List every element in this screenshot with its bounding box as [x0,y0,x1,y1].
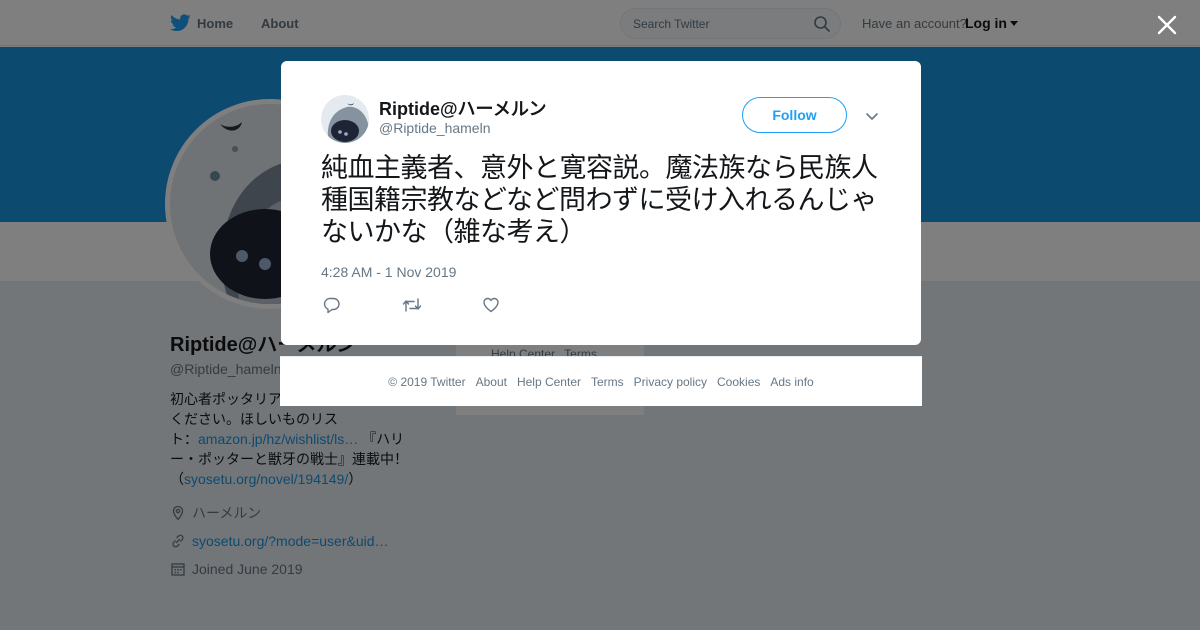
retweet-icon[interactable] [402,296,422,314]
follow-button[interactable]: Follow [742,97,847,133]
footer-terms-link[interactable]: Terms [591,375,624,389]
footer-ads-info-link[interactable]: Ads info [770,375,813,389]
modal-footer: © 2019 Twitter About Help Center Terms P… [280,356,922,406]
footer-help-center-link[interactable]: Help Center [517,375,581,389]
close-icon[interactable] [1154,12,1180,38]
tweet-timestamp[interactable]: 4:28 AM - 1 Nov 2019 [321,264,456,280]
tweet-author-avatar[interactable] [321,95,369,143]
footer-about-link[interactable]: About [476,375,507,389]
reply-icon[interactable] [323,296,341,314]
tweet-text: 純血主義者、意外と寛容説。魔法族なら民族人種国籍宗教などなど問わずに受け入れるん… [321,153,878,248]
like-icon[interactable] [482,296,500,314]
footer-privacy-link[interactable]: Privacy policy [634,375,707,389]
tweet-permalink-card: Riptide@ハーメルン @Riptide_hameln Follow 純血主… [281,61,921,345]
chevron-down-icon[interactable] [864,108,880,124]
tweet-author-handle[interactable]: @Riptide_hameln [379,120,491,136]
footer-copyright: © 2019 Twitter [388,374,466,389]
footer-cookies-link[interactable]: Cookies [717,375,760,389]
tweet-author-name[interactable]: Riptide@ハーメルン [379,95,546,121]
author-avatar-image [321,95,369,143]
